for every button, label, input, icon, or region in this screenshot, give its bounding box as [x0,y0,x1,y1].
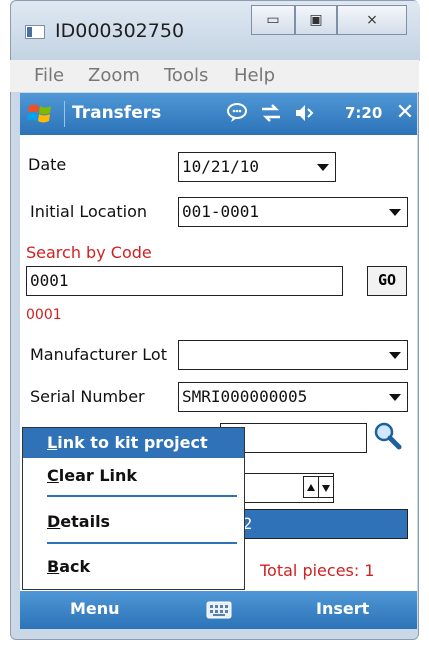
go-button[interactable]: GO [367,266,407,296]
page-title: Transfers [72,103,162,123]
insert-softkey[interactable]: Insert [316,599,369,618]
minimize-button[interactable]: ▭ [251,5,295,35]
minimize-icon: ▭ [266,12,280,28]
chevron-down-icon [389,209,401,216]
menu-divider [47,495,237,497]
window-title: ID000302750 [55,20,185,42]
keyboard-icon[interactable] [206,601,232,619]
window-app-icon [25,25,45,39]
window-titlebar: ID000302750 ▭ ▣ ⨯ [11,1,420,61]
menu-file[interactable]: File [34,65,64,86]
date-value: 10/21/10 [182,157,260,176]
menu-bar: File Zoom Tools Help [10,60,419,92]
search-result: 0001 [26,307,62,323]
search-by-code-label: Search by Code [26,243,152,262]
search-code-input[interactable]: 0001 [26,266,343,296]
chevron-down-icon [389,394,401,401]
magnifier-icon[interactable] [372,421,402,451]
context-menu: Link to kit project Clear Link Details B… [22,427,245,590]
manufacturer-lot-label: Manufacturer Lot [30,345,167,364]
serial-number-value: SMRI000000005 [182,387,308,406]
serial-number-dropdown[interactable]: SMRI000000005 [178,382,408,412]
clock-time: 7:20 [345,104,383,122]
close-icon: ⨯ [366,12,378,28]
selected-dropdown[interactable]: 02 [220,509,408,539]
chevron-down-icon [322,485,330,492]
menu-item-back[interactable]: Back [47,557,90,576]
connectivity-icon [262,104,280,122]
initial-location-dropdown[interactable]: 001-0001 [178,197,408,227]
menu-zoom[interactable]: Zoom [88,65,140,86]
chevron-down-icon [317,164,329,171]
chevron-up-icon [307,484,315,491]
menu-item-clear-link[interactable]: Clear Link [47,466,137,485]
increment-button[interactable] [303,476,319,498]
window-close-button[interactable]: ⨯ [337,5,407,35]
manufacturer-lot-dropdown[interactable] [178,340,408,370]
search-code-value: 0001 [30,271,69,290]
windows-flag-icon[interactable] [26,100,54,128]
menu-divider [47,542,237,544]
menu-tools[interactable]: Tools [164,65,208,86]
date-label: Date [28,155,67,174]
chevron-down-icon [389,352,401,359]
date-dropdown[interactable]: 10/21/10 [178,152,336,182]
total-pieces: Total pieces: 1 [260,561,375,580]
maximize-button[interactable]: ▣ [295,5,337,35]
menu-item-details[interactable]: Details [47,512,110,531]
menu-softkey[interactable]: Menu [70,599,120,618]
decrement-button[interactable] [318,476,333,498]
softkey-bar: Menu Insert [20,591,417,629]
app-close-button[interactable]: ✕ [392,99,418,127]
message-icon [227,103,247,122]
header-divider [64,101,65,127]
initial-location-label: Initial Location [30,202,148,221]
initial-location-value: 001-0001 [182,202,260,221]
menu-help[interactable]: Help [234,65,275,86]
serial-number-label: Serial Number [30,387,145,406]
maximize-icon: ▣ [309,12,323,28]
menu-item-link-to-kit-project[interactable]: Link to kit project [47,433,208,452]
volume-icon [296,105,314,121]
wm-header: Transfers 7:20 ✕ [20,93,417,135]
